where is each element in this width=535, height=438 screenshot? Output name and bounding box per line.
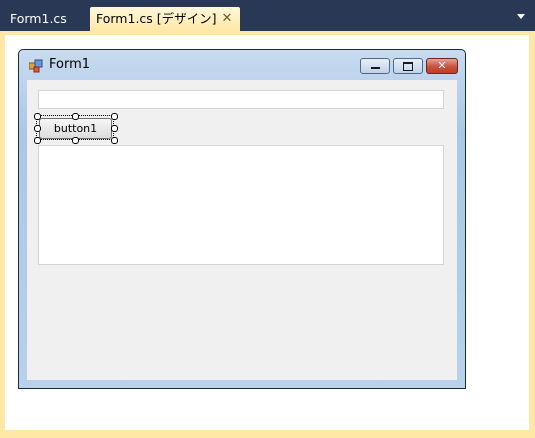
resize-handle-ne[interactable]	[111, 113, 118, 120]
resize-handle-s[interactable]	[72, 137, 79, 144]
form-icon	[29, 59, 43, 73]
maximize-icon	[403, 62, 413, 71]
tab-form1-designer[interactable]: Form1.cs [デザイン] ✕	[90, 7, 240, 31]
form-client-area[interactable]: button1	[27, 80, 457, 380]
form1-window[interactable]: Form1 ✕ button1	[18, 49, 466, 389]
resize-handle-w[interactable]	[34, 125, 41, 132]
document-tab-strip: Form1.cs Form1.cs [デザイン] ✕	[0, 0, 535, 31]
chevron-down-icon[interactable]	[517, 14, 525, 19]
textbox2-multiline[interactable]	[38, 145, 444, 265]
document-frame: Form1 ✕ button1	[0, 31, 535, 438]
close-icon[interactable]: ✕	[220, 7, 234, 31]
button1[interactable]: button1	[39, 118, 112, 139]
close-window-button[interactable]: ✕	[426, 58, 458, 74]
minimize-icon	[371, 67, 380, 69]
resize-handle-e[interactable]	[111, 125, 118, 132]
form-titlebar[interactable]: Form1 ✕	[19, 50, 465, 80]
resize-handle-n[interactable]	[72, 113, 79, 120]
tab-form1-cs[interactable]: Form1.cs	[0, 7, 88, 31]
close-icon: ✕	[437, 59, 447, 72]
resize-handle-nw[interactable]	[34, 113, 41, 120]
maximize-button[interactable]	[393, 58, 423, 74]
form-title: Form1	[49, 57, 91, 72]
designer-surface[interactable]: Form1 ✕ button1	[5, 35, 529, 430]
tab-label: Form1.cs [デザイン]	[96, 11, 217, 26]
resize-handle-sw[interactable]	[34, 137, 41, 144]
tab-label: Form1.cs	[10, 11, 67, 26]
textbox1[interactable]	[38, 90, 444, 109]
minimize-button[interactable]	[360, 58, 390, 74]
resize-handle-se[interactable]	[111, 137, 118, 144]
